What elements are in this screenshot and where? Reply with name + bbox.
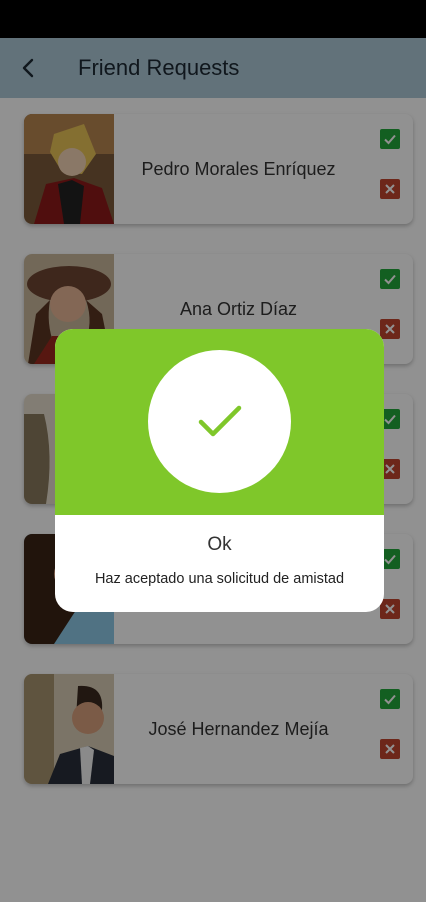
dialog-message: Haz aceptado una solicitud de amistad [94, 571, 345, 587]
success-badge [148, 350, 291, 493]
status-bar [0, 0, 426, 38]
check-icon [198, 405, 241, 436]
dialog-title: Ok [207, 534, 232, 555]
success-dialog: Ok Haz aceptado una solicitud de amistad [55, 329, 384, 612]
